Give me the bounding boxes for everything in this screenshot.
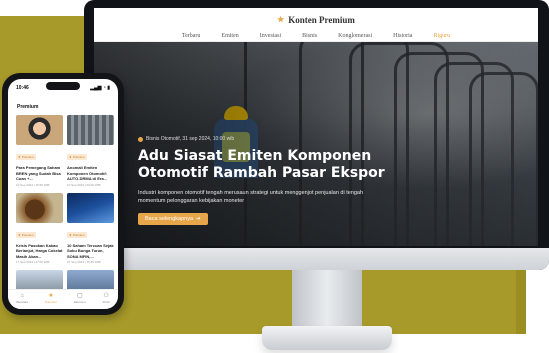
premium-badge: ★ Premium: [16, 154, 36, 160]
article-card[interactable]: ★ Premium 10 Saham Tercuan Sejak Suku Bun…: [67, 192, 114, 264]
monitor-stand-base: [262, 326, 392, 350]
star-icon: ★: [48, 293, 54, 299]
article-date: 27 Sep 2024 | 15:45 WIB: [67, 260, 101, 264]
article-thumbnail: [67, 115, 114, 145]
tab-label: Profil: [102, 300, 110, 304]
premium-badge-label: Premium: [21, 155, 34, 159]
article-thumbnail: [16, 192, 63, 223]
article-title: 10 Saham Tercuan Sejak Suku Bunga Turun,…: [67, 242, 114, 259]
star-icon: ★: [69, 155, 72, 159]
phone-notch: [46, 82, 80, 90]
arrow-right-icon: ➔: [196, 216, 201, 222]
article-title: Krisis Pasokan Kakao Berlanjut, Harga Co…: [16, 242, 63, 259]
nav-item-bisnis[interactable]: Bisnis: [302, 33, 317, 39]
hero-title-line: Adu Siasat Emiten Komponen: [138, 148, 372, 164]
site-header: ★ Konten Premium Terbaru Emiten Investas…: [94, 8, 538, 42]
article-title: Anomali Emiten Komponen Otomotif: AUTO-D…: [67, 165, 108, 181]
tab-label: Premium: [44, 300, 57, 304]
desktop-screen: ★ Konten Premium Terbaru Emiten Investas…: [94, 8, 538, 246]
article-thumbnail: [16, 115, 63, 145]
nav-item-emiten[interactable]: Emiten: [221, 33, 238, 39]
site-title[interactable]: ★ Konten Premium: [94, 8, 538, 26]
article-card[interactable]: ★ Premium Krisis Pasokan Kakao Berlanjut,…: [16, 192, 63, 264]
star-icon: ★: [69, 232, 72, 237]
tab-profil[interactable]: ⚇ Profil: [103, 293, 110, 309]
article-card[interactable]: ★ Premium Para Pemegang Saham BREN yang S…: [16, 115, 63, 187]
tab-beranda[interactable]: ⌂ Beranda: [17, 293, 28, 309]
hero-banner[interactable]: Bisnis Otomotif, 31 sep 2024, 10:00 wib …: [94, 42, 538, 246]
nav-item-terbaru[interactable]: Terbaru: [182, 33, 201, 39]
hero-meta: Bisnis Otomotif, 31 sep 2024, 10:00 wib: [138, 136, 478, 142]
nav-item-riguru[interactable]: Riguru: [433, 33, 450, 39]
tab-label: Ekonomi: [73, 300, 86, 304]
article-card[interactable]: ★ Premium Anomali Emiten Komponen Otomoti…: [67, 115, 114, 187]
home-icon: ⌂: [20, 293, 24, 299]
desktop-monitor: ★ Konten Premium Terbaru Emiten Investas…: [84, 0, 549, 270]
article-date: 10 Sep 2024 | 09:00 WIB: [67, 182, 101, 187]
star-icon: ★: [277, 15, 285, 24]
site-title-text: Konten Premium: [288, 15, 355, 25]
status-time: 10:46: [16, 85, 29, 91]
tab-premium[interactable]: ★ Premium: [45, 293, 57, 309]
tab-label: Beranda: [16, 300, 28, 304]
star-icon: ★: [18, 155, 21, 159]
article-grid: ★ Premium Para Pemegang Saham BREN yang S…: [8, 115, 118, 300]
mobile-phone: 10:46 ▂▄▆ ◔ ▮ Premium ★ Premium Para Peme…: [2, 73, 124, 315]
premium-badge-label: Premium: [72, 232, 85, 237]
nav-item-konglomerasi[interactable]: Konglomerasi: [338, 33, 372, 39]
phone-screen: 10:46 ▂▄▆ ◔ ▮ Premium ★ Premium Para Peme…: [8, 79, 118, 309]
hero-description: Industri komponen otomotif tengah merusa…: [138, 189, 438, 205]
premium-badge-label: Premium: [21, 232, 34, 237]
hero-meta-text: Bisnis Otomotif, 31 sep 2024, 10:00 wib: [146, 136, 235, 142]
article-date: 17 Sep 2024 | 17:00 WIB: [16, 260, 50, 264]
monitor-chin: [84, 248, 549, 270]
premium-badge: ★ Premium: [67, 154, 87, 160]
premium-badge: ★ Premium: [67, 231, 87, 238]
premium-badge: ★ Premium: [16, 231, 36, 238]
read-more-button[interactable]: Baca selengkapnya ➔: [138, 213, 208, 225]
read-more-label: Baca selengkapnya: [145, 216, 194, 222]
hero-title[interactable]: Adu Siasat Emiten Komponen Otomotif Ramb…: [138, 148, 478, 182]
article-title: Para Pemegang Saham BREN yang Sudah Bisa…: [16, 165, 61, 181]
status-icons: ▂▄▆ ◔ ▮: [90, 85, 110, 91]
article-thumbnail: [67, 192, 114, 223]
document-icon: ▢: [76, 293, 83, 299]
tab-ekonomi[interactable]: ▢ Ekonomi: [74, 293, 86, 309]
site-nav: Terbaru Emiten Investasi Bisnis Konglome…: [94, 33, 538, 39]
hero-desc-line: momentum pelonggaran kebijakan moneter: [138, 198, 245, 204]
hero-desc-line: Industri komponen otomotif tengah merusa…: [138, 190, 364, 196]
monitor-stand-neck: [292, 270, 362, 326]
hero-title-line: Otomotif Rambah Pasar Ekspor: [138, 165, 385, 181]
category-dot-icon: [138, 136, 143, 142]
article-date: 10 Sep 2024 | 15:50 WIB: [16, 182, 50, 187]
user-icon: ⚇: [103, 293, 109, 299]
star-icon: ★: [18, 232, 21, 237]
nav-item-investasi[interactable]: Investasi: [260, 33, 281, 39]
premium-badge-label: Premium: [72, 155, 85, 159]
section-title: Premium: [17, 104, 39, 110]
bottom-tab-bar: ⌂ Beranda ★ Premium ▢ Ekonomi ⚇ Profil: [8, 289, 118, 309]
hero-text: Bisnis Otomotif, 31 sep 2024, 10:00 wib …: [138, 136, 478, 225]
nav-item-historia[interactable]: Historia: [393, 33, 412, 39]
